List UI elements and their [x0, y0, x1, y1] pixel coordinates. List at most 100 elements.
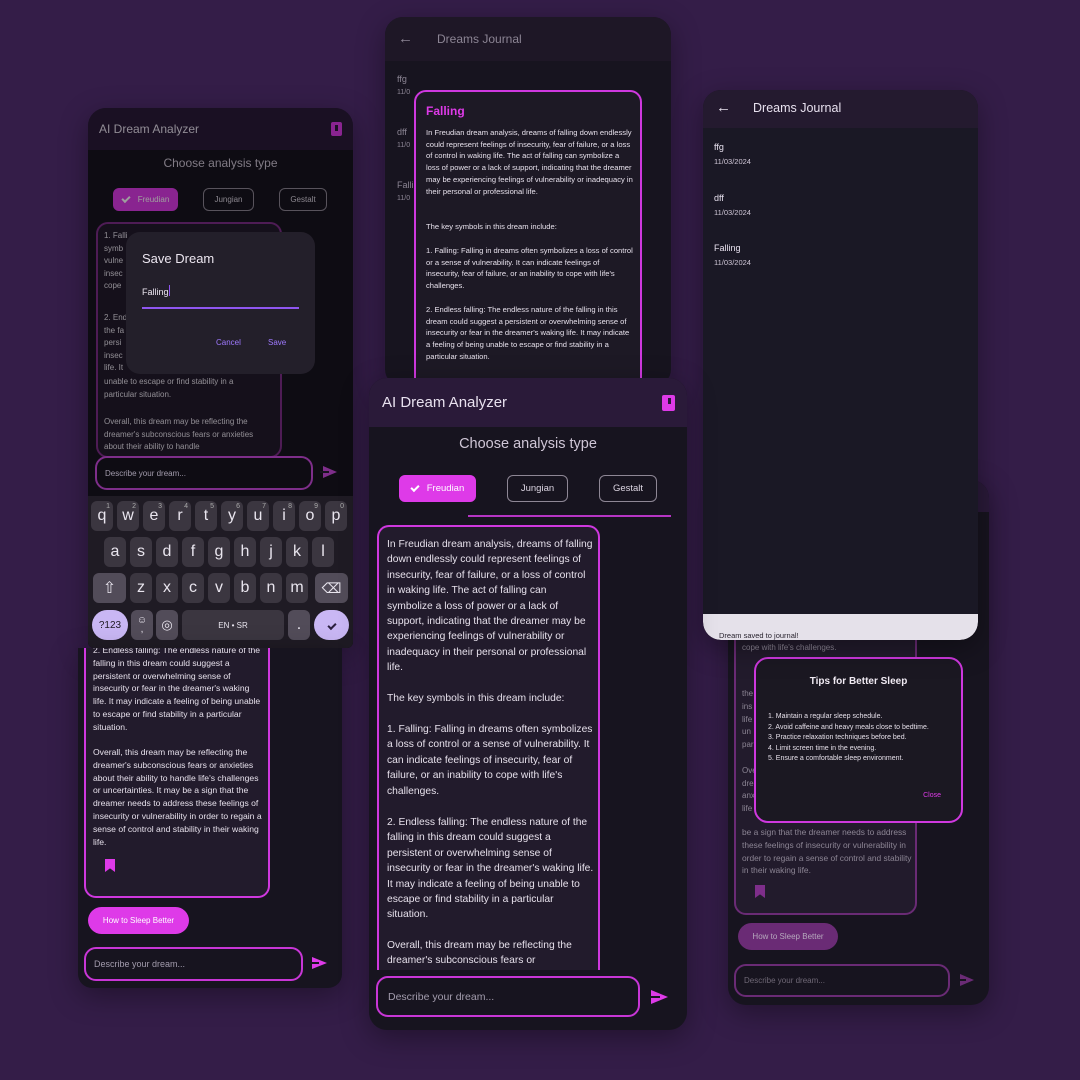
key-q[interactable]: q1 [91, 501, 113, 531]
journal-entry-1[interactable]: dff 11/0 [397, 127, 410, 149]
phone-main: AI Dream Analyzer Choose analysis type F… [369, 378, 687, 1030]
send-icon[interactable] [957, 974, 974, 986]
key-p[interactable]: p0 [325, 501, 347, 531]
key-hint: 0 [340, 503, 344, 510]
dream-input[interactable]: Describe your dream... [95, 456, 313, 490]
entry-name: dff [397, 127, 407, 137]
key-z[interactable]: z [130, 573, 152, 603]
book-icon[interactable] [662, 395, 675, 411]
key-n[interactable]: n [260, 573, 282, 603]
globe-icon[interactable]: ◎ [156, 610, 178, 640]
space-key-label: EN • SR [218, 620, 248, 630]
dream-name-field[interactable]: Falling [142, 282, 299, 309]
journal-entry-1[interactable]: dff 11/03/2024 [714, 193, 751, 217]
key-l[interactable]: l [312, 537, 334, 567]
chip-freudian[interactable]: Freudian [399, 475, 476, 502]
key-o[interactable]: o9 [299, 501, 321, 531]
arrow-left-icon[interactable]: ← [398, 30, 413, 47]
entry-name: Falling [714, 243, 741, 253]
key-label: c [189, 579, 197, 596]
chip-jungian[interactable]: Jungian [507, 475, 568, 502]
tip-item: 3. Practice relaxation techniques before… [768, 734, 907, 741]
key-label: s [137, 543, 145, 560]
dream-input[interactable]: Describe your dream... [376, 976, 640, 1017]
key-label: a [110, 543, 120, 560]
send-icon[interactable] [320, 466, 337, 478]
key-r[interactable]: r4 [169, 501, 191, 531]
chip-gestalt[interactable]: Gestalt [599, 475, 657, 502]
key-i[interactable]: i8 [273, 501, 295, 531]
period-key[interactable]: . [288, 610, 310, 640]
entry-date: 11/0 [397, 89, 411, 96]
bookmark-icon[interactable] [105, 859, 115, 872]
analysis-fragment-point-1: cope with life's challenges. [742, 643, 837, 652]
cancel-button[interactable]: Cancel [216, 338, 241, 347]
dream-input[interactable]: Describe your dream... [84, 947, 303, 981]
divider [468, 515, 671, 517]
save-button[interactable]: Save [268, 338, 286, 347]
key-a[interactable]: a [104, 537, 126, 567]
key-u[interactable]: u7 [247, 501, 269, 531]
sleep-tips-button[interactable]: How to Sleep Better [88, 907, 189, 934]
chip-gestalt-label: Gestalt [612, 483, 644, 494]
entry-name: dff [714, 193, 724, 203]
key-label: y [228, 507, 236, 524]
send-icon[interactable] [651, 990, 668, 1004]
emoji-icon[interactable]: ☺, [131, 610, 153, 640]
analysis-point-2: 2. Endless falling: The endless nature o… [93, 648, 263, 732]
done-key[interactable] [314, 610, 349, 640]
key-s[interactable]: s [130, 537, 152, 567]
key-e[interactable]: e3 [143, 501, 165, 531]
key-hint: 2 [132, 503, 136, 510]
journal-entry-0[interactable]: ffg 11/03/2024 [714, 142, 751, 166]
analysis-p1: In Freudian dream analysis, dreams of fa… [387, 539, 596, 674]
arrow-left-icon[interactable]: ← [716, 99, 731, 116]
dream-input[interactable]: Describe your dream... [734, 964, 950, 997]
dream-input-placeholder: Describe your dream... [388, 990, 495, 1003]
tips-dialog: Tips for Better Sleep 1. Maintain a regu… [754, 657, 963, 823]
tip-item: 1. Maintain a regular sleep schedule. [768, 713, 883, 720]
key-d[interactable]: d [156, 537, 178, 567]
key-hint: 7 [262, 503, 266, 510]
detail-p4: 2. Endless falling: The endless nature o… [426, 305, 632, 361]
space-key[interactable]: EN • SR [182, 610, 284, 640]
chip-jungian-label: Jungian [520, 483, 555, 494]
dream-input-placeholder: Describe your dream... [105, 468, 186, 478]
key-v[interactable]: v [208, 573, 230, 603]
symbols-key[interactable]: ?123 [92, 610, 128, 640]
analysis-p5: Overall, this dream may be reflecting th… [387, 940, 575, 967]
key-y[interactable]: y6 [221, 501, 243, 531]
key-j[interactable]: j [260, 537, 282, 567]
key-w[interactable]: w2 [117, 501, 139, 531]
analysis-p2: The key symbols in this dream include: [387, 693, 565, 704]
tips-list: 1. Maintain a regular sleep schedule. 2. … [768, 712, 929, 765]
key-f[interactable]: f [182, 537, 204, 567]
backspace-icon[interactable]: ⌫ [315, 573, 348, 603]
dream-detail-title: Falling [426, 104, 465, 118]
key-label: m [290, 579, 304, 596]
close-button[interactable]: Close [923, 792, 941, 799]
key-m[interactable]: m [286, 573, 308, 603]
entry-date: 11/03/2024 [714, 208, 751, 217]
journal-entry-2[interactable]: Falling 11/03/2024 [714, 243, 751, 267]
key-label: i [282, 507, 286, 524]
key-x[interactable]: x [156, 573, 178, 603]
key-h[interactable]: h [234, 537, 256, 567]
key-b[interactable]: b [234, 573, 256, 603]
key-t[interactable]: t5 [195, 501, 217, 531]
analysis-card: 2. Endless falling: The endless nature o… [84, 648, 270, 898]
app-bar: ← Dreams Journal [703, 90, 978, 128]
sleep-tips-button[interactable]: How to Sleep Better [738, 923, 838, 950]
analysis-card: In Freudian dream analysis, dreams of fa… [377, 525, 600, 970]
shift-icon[interactable]: ⇧ [93, 573, 126, 603]
key-c[interactable]: c [182, 573, 204, 603]
key-label: k [293, 543, 301, 560]
bookmark-icon[interactable] [755, 885, 765, 898]
save-dialog-title: Save Dream [142, 251, 215, 266]
entry-date: 11/03/2024 [714, 258, 751, 267]
key-g[interactable]: g [208, 537, 230, 567]
journal-entry-2[interactable]: Falli 11/0 [397, 180, 414, 202]
key-k[interactable]: k [286, 537, 308, 567]
send-icon[interactable] [310, 957, 327, 969]
journal-entry-0[interactable]: ffg 11/0 [397, 74, 410, 96]
